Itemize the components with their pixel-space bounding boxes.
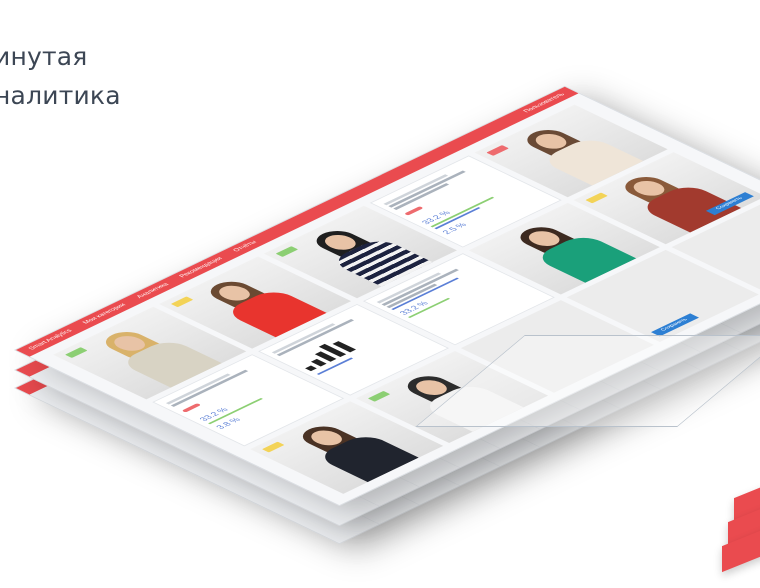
tab-reports[interactable]: Отчёты xyxy=(232,240,258,253)
screen-stack: Smart Analytics Мои категории Аналитика … xyxy=(0,0,760,580)
chart-bar xyxy=(304,365,317,372)
chart-bar xyxy=(310,358,326,367)
corner-screen-stack xyxy=(718,469,760,588)
model-photo xyxy=(277,414,422,484)
main-screen: Smart Analytics Мои категории Аналитика … xyxy=(14,85,760,507)
conversion-stat: 33.2 % xyxy=(397,299,431,316)
price-tag xyxy=(181,402,201,413)
save-button-2[interactable]: Сохранить xyxy=(650,313,699,337)
price-tag xyxy=(403,206,424,216)
tab-analytics[interactable]: Аналитика xyxy=(136,282,171,299)
